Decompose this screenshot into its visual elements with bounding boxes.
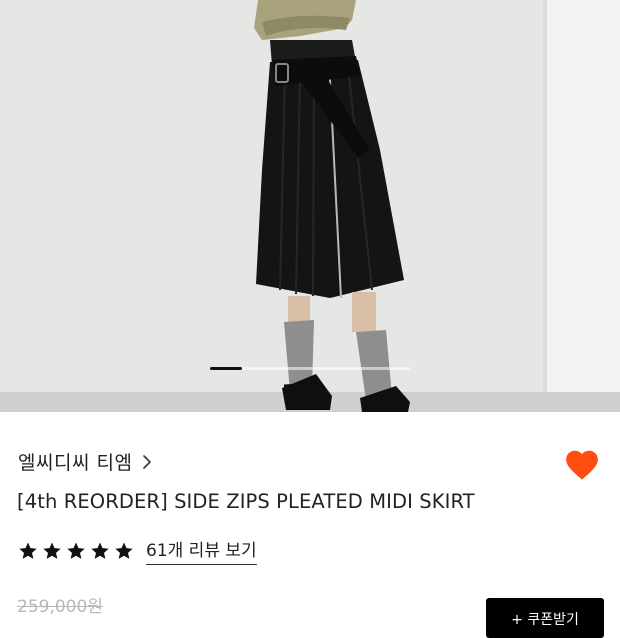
carousel-indicator [210,367,410,370]
chevron-right-icon [143,454,152,469]
product-info: 엘씨디씨 티엠 [4th REORDER] SIDE ZIPS PLEATED … [0,412,620,638]
brand-name: 엘씨디씨 티엠 [18,452,133,474]
star-icon [43,542,61,559]
wishlist-button[interactable] [562,446,602,484]
coupon-button[interactable]: + 쿠폰받기 [486,598,604,638]
product-title: [4th REORDER] SIDE ZIPS PLEATED MIDI SKI… [17,490,475,513]
product-photo [0,0,620,412]
product-image-carousel[interactable] [0,0,620,412]
rating-stars [18,541,134,561]
star-icon [19,542,37,559]
star-icon [67,542,85,559]
rating-row: 61개 리뷰 보기 [18,536,257,565]
heart-icon [566,450,598,480]
star-icon [115,542,133,559]
reviews-link[interactable]: 61개 리뷰 보기 [146,536,257,565]
star-icon [91,542,109,559]
brand-link[interactable]: 엘씨디씨 티엠 [18,448,152,475]
carousel-indicator-active [210,367,242,370]
original-price: 259,000원 [17,597,103,617]
